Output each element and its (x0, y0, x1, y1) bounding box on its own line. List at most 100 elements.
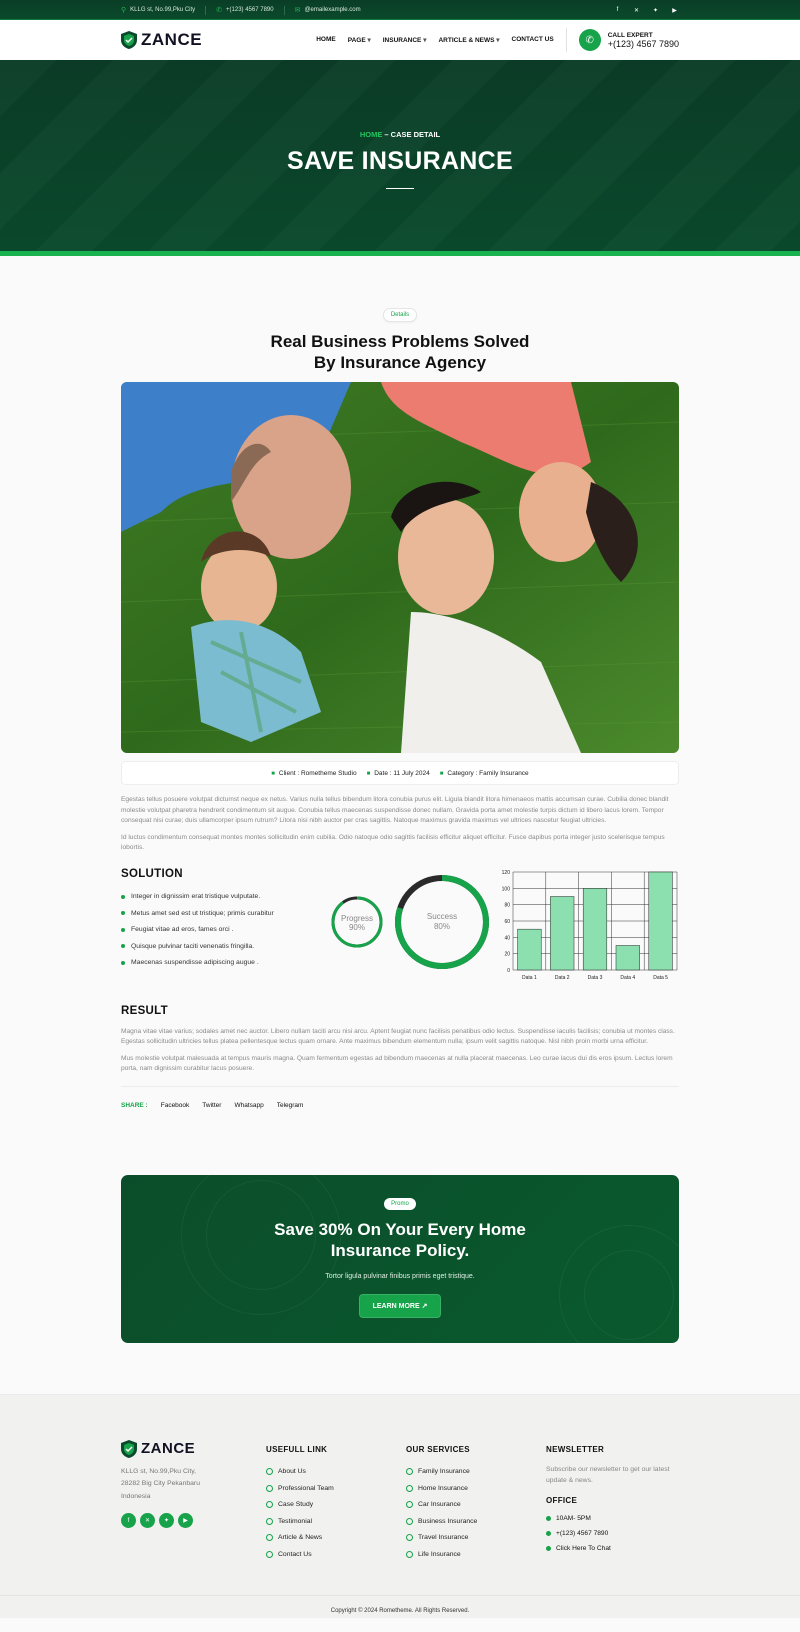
footer-link-testimonial[interactable]: Testimonial (266, 1513, 406, 1530)
learn-more-button[interactable]: LEARN MORE ↗ (358, 1293, 442, 1318)
meta-category: Category : Family Insurance (440, 770, 528, 777)
article-paragraph: Egestas tellus posuere volutpat dictumst… (121, 796, 669, 824)
call-label: CALL EXPERT (607, 31, 653, 39)
footer-heading: USEFULL LINK (266, 1444, 328, 1454)
footer-service-home[interactable]: Home Insurance (406, 1480, 546, 1497)
promo-title: Save 30% On Your Every Home Insurance Po… (121, 1219, 679, 1261)
result-section: RESULT Magna vitae vitae varius; sodales… (121, 1005, 679, 1075)
newsletter-text: Subscribe our newsletter to get our late… (546, 1465, 670, 1484)
youtube-icon[interactable]: ▶ (178, 1513, 193, 1528)
case-meta: Client : Rometheme Studio Date : 11 July… (121, 761, 679, 785)
nav-contact-us[interactable]: CONTACT US (512, 36, 554, 44)
success-ring: Success 80% (395, 874, 489, 969)
twitter-icon[interactable]: ✦ (651, 6, 660, 15)
share-whatsapp[interactable]: Whatsapp (234, 1102, 263, 1109)
promo-title-line1: Save 30% On Your Every Home (274, 1219, 526, 1239)
list-item: Maecenas suspendisse adipiscing augue . (121, 955, 321, 972)
decor-ring (584, 1249, 674, 1340)
logo-text: ZANCE (141, 1440, 196, 1457)
footer-service-life[interactable]: Life Insurance (406, 1546, 546, 1563)
nav-article-news[interactable]: ARTICLE & NEWS (438, 36, 499, 44)
twitter-icon[interactable]: ✦ (159, 1513, 174, 1528)
address-line: Indonesia (121, 1492, 151, 1500)
solution-section: SOLUTION Integer in dignissim erat trist… (121, 868, 679, 991)
mail-icon: ✉ (294, 7, 301, 14)
site-header: ZANCE HOME PAGE INSURANCE ARTICLE & NEWS… (0, 20, 800, 60)
footer-socials: f ✕ ✦ ▶ (121, 1513, 266, 1528)
office-hours: 10AM- 5PM (546, 1511, 679, 1526)
solution-heading: SOLUTION (121, 867, 183, 880)
list-item: Integer in dignissim erat tristique vulp… (121, 889, 321, 906)
bar-chart: 0 20 40 60 80 100 120 Data 1 Data 2 Data 3 Data 4 D… (497, 868, 679, 991)
result-heading: RESULT (121, 1004, 168, 1017)
footer-logo[interactable]: ZANCE (121, 1439, 266, 1458)
call-expert[interactable]: ✆ CALL EXPERT +(123) 4567 7890 (578, 29, 679, 51)
x-tick-label: Data 2 (555, 975, 570, 981)
result-paragraph: Mus molestie volutpat malesuada at tempu… (121, 1054, 673, 1073)
address-text: KLLG st, No.99,Pku City (130, 7, 196, 13)
bar (615, 944, 640, 970)
bar (550, 895, 575, 970)
divider (565, 28, 567, 52)
nav-page[interactable]: PAGE (348, 36, 371, 44)
success-value: 80% (434, 922, 450, 931)
footer-link-team[interactable]: Professional Team (266, 1480, 406, 1497)
promo-text: Tortor ligula pulvinar finibus primis eg… (325, 1272, 475, 1280)
main-content: Details Real Business Problems Solved By… (0, 256, 800, 1618)
footer-service-business[interactable]: Business Insurance (406, 1513, 546, 1530)
youtube-icon[interactable]: ▶ (670, 6, 679, 15)
phone-text: +(123) 4567 7890 (226, 7, 274, 13)
footer-link-about[interactable]: About Us (266, 1464, 406, 1481)
share-telegram[interactable]: Telegram (277, 1102, 304, 1109)
footer-about: ZANCE KLLG st, No.99,Pku City, 28282 Big… (121, 1439, 266, 1563)
progress-ring: Progress 90% (331, 896, 383, 947)
share-twitter[interactable]: Twitter (202, 1102, 221, 1109)
copyright: Copyright © 2024 Rometheme. All Rights R… (0, 1594, 800, 1614)
breadcrumb-home[interactable]: HOME (360, 130, 383, 139)
x-icon[interactable]: ✕ (632, 6, 641, 15)
page-title: SAVE INSURANCE (287, 147, 513, 175)
footer-service-family[interactable]: Family Insurance (406, 1464, 546, 1481)
office-phone[interactable]: +(123) 4567 7890 (546, 1526, 679, 1541)
x-tick-label: Data 3 (588, 975, 603, 981)
share-bar: SHARE : Facebook Twitter Whatsapp Telegr… (121, 1102, 679, 1109)
top-bar: ⚲ KLLG st, No.99,Pku City ✆ +(123) 4567 … (0, 0, 800, 20)
nav-home[interactable]: HOME (316, 36, 336, 44)
article-title: Real Business Problems Solved By Insuran… (121, 331, 679, 373)
logo[interactable]: ZANCE (121, 30, 202, 50)
share-facebook[interactable]: Facebook (161, 1102, 190, 1109)
shield-icon (121, 31, 137, 49)
footer-service-car[interactable]: Car Insurance (406, 1497, 546, 1514)
y-tick-label: 120 (502, 870, 511, 876)
footer-links: USEFULL LINK About Us Professional Team … (266, 1440, 406, 1563)
topbar-phone[interactable]: ✆ +(123) 4567 7890 (216, 6, 273, 14)
progress-label: Progress (341, 914, 373, 923)
meta-date: Date : 11 July 2024 (367, 770, 430, 777)
meta-client: Client : Rometheme Studio (271, 770, 357, 777)
footer-service-travel[interactable]: Travel Insurance (406, 1530, 546, 1547)
x-tick-label: Data 5 (653, 975, 668, 981)
article-title-line2: By Insurance Agency (313, 353, 487, 372)
footer-heading: OFFICE (546, 1495, 578, 1505)
y-tick-label: 100 (502, 886, 511, 892)
success-label: Success (427, 912, 457, 921)
progress-circles: Progress 90% Success 80% (326, 868, 496, 976)
phone-icon: ✆ (578, 29, 601, 51)
address-line: 28282 Big City Pekanbaru (121, 1480, 200, 1487)
footer-link-contact[interactable]: Contact Us (266, 1546, 406, 1563)
x-icon[interactable]: ✕ (140, 1513, 155, 1528)
footer-link-case-study[interactable]: Case Study (266, 1497, 406, 1514)
footer-heading: OUR SERVICES (406, 1444, 470, 1454)
article-paragraph: Id luctus condimentum consequat montes m… (121, 833, 665, 852)
office-chat-link[interactable]: Click Here To Chat (546, 1541, 679, 1556)
facebook-icon[interactable]: f (121, 1513, 136, 1528)
footer-link-article[interactable]: Article & News (266, 1530, 406, 1547)
promo-badge: Promo (384, 1197, 416, 1210)
article-title-line1: Real Business Problems Solved (270, 332, 530, 351)
x-tick-label: Data 4 (620, 975, 635, 981)
facebook-icon[interactable]: f (613, 6, 622, 15)
nav-insurance[interactable]: INSURANCE (383, 36, 427, 44)
divider (283, 5, 285, 15)
topbar-email[interactable]: ✉ @emailexample.com (295, 6, 361, 14)
breadcrumb-current: – CASE DETAIL (382, 130, 441, 139)
